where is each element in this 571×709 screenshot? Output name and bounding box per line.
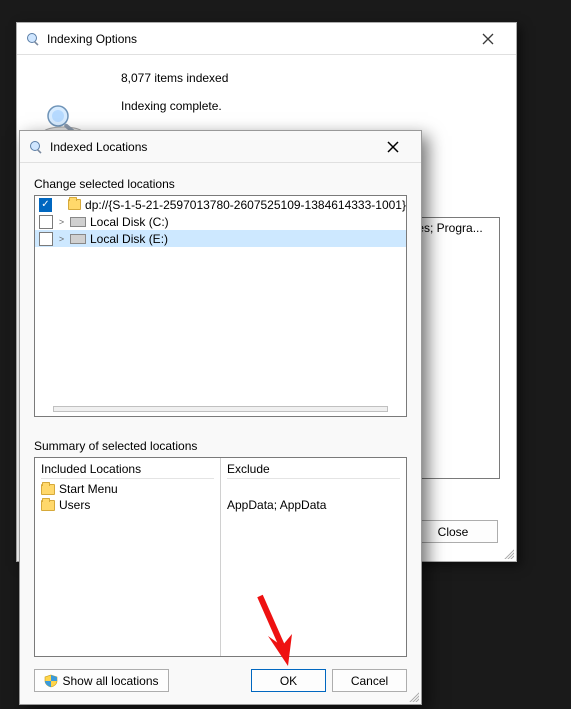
indexed-locations-body: Change selected locations ✓ dp://{S-1-5-2… [20,163,421,704]
dialog-title: Indexing Options [47,32,137,46]
checkbox[interactable] [39,232,53,246]
indexing-options-titlebar[interactable]: Indexing Options [17,23,516,55]
list-item-label: Users [59,498,90,512]
tree-row-label: Local Disk (E:) [90,232,168,246]
indexed-locations-titlebar[interactable]: Indexed Locations [20,131,421,163]
folder-icon [68,199,81,210]
list-peek-text: iles; Progra... [412,221,483,235]
exclude-header: Exclude [227,462,400,479]
change-locations-label: Change selected locations [34,177,407,191]
exclude-column: Exclude AppData; AppData [220,458,406,656]
included-header: Included Locations [41,462,214,479]
dialog-button-row: Show all locations OK Cancel [34,669,407,692]
show-all-locations-button[interactable]: Show all locations [34,669,169,692]
drive-icon [70,234,86,244]
locations-tree[interactable]: ✓ dp://{S-1-5-21-2597013780-2607525109-13… [34,195,407,417]
shield-icon [44,674,58,688]
list-item [227,481,400,497]
summary-label: Summary of selected locations [34,439,407,453]
folder-icon [41,484,55,495]
close-icon [482,33,494,45]
expander-icon[interactable]: > [57,217,66,227]
cancel-button[interactable]: Cancel [332,669,407,692]
search-icon [28,139,44,155]
indexing-status-text: Indexing complete. [121,99,500,113]
tree-row[interactable]: ✓ dp://{S-1-5-21-2597013780-2607525109-13… [35,196,406,213]
tree-row[interactable]: > Local Disk (C:) [35,213,406,230]
folder-icon [41,500,55,511]
checkbox[interactable] [39,215,53,229]
list-item: AppData; AppData [227,497,400,513]
ok-button[interactable]: OK [251,669,326,692]
close-button[interactable] [373,135,413,159]
checkbox[interactable]: ✓ [39,198,52,212]
resize-grip-icon[interactable] [407,690,419,702]
tree-row-label: dp://{S-1-5-21-2597013780-2607525109-138… [85,198,406,212]
search-icon [25,31,41,47]
list-item[interactable]: Users [41,497,214,513]
included-column: Included Locations Start Menu Users [35,458,220,656]
list-item-label: Start Menu [59,482,118,496]
drive-icon [70,217,86,227]
resize-grip-icon[interactable] [502,547,514,559]
expander-icon[interactable]: > [57,234,66,244]
list-item[interactable]: Start Menu [41,481,214,497]
dialog-title: Indexed Locations [50,140,147,154]
indexed-locations-dialog: Indexed Locations Change selected locati… [19,130,422,705]
close-icon [387,141,399,153]
summary-table: Included Locations Start Menu Users Exclu… [34,457,407,657]
close-button[interactable] [468,27,508,51]
horizontal-scrollbar[interactable] [53,406,388,412]
items-indexed-text: 8,077 items indexed [121,71,500,85]
tree-row[interactable]: > Local Disk (E:) [35,230,406,247]
tree-row-label: Local Disk (C:) [90,215,169,229]
